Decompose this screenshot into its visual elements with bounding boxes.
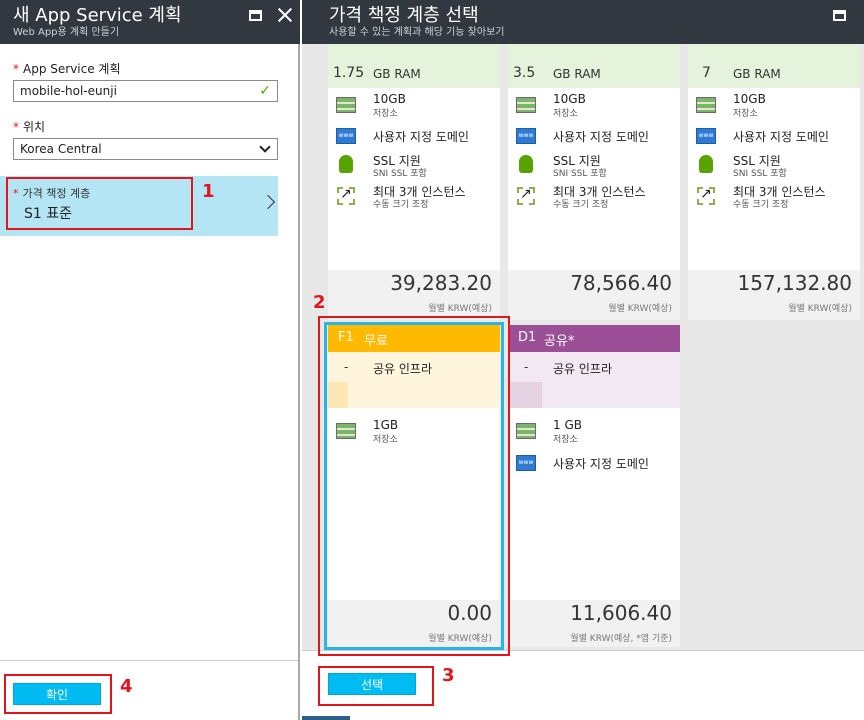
close-icon[interactable] (276, 6, 294, 24)
scale-icon (697, 186, 715, 205)
storage-icon (696, 97, 716, 113)
storage-icon (336, 97, 356, 113)
scroll-indicator (302, 716, 350, 720)
tier-name: 공유* (544, 334, 575, 349)
callout-box-4 (4, 674, 112, 714)
ram-band: 7 GB RAM (688, 44, 860, 88)
callout-box-2 (318, 316, 510, 656)
ram-value: 3.5 (513, 65, 536, 81)
ssl-shield-icon (519, 155, 533, 173)
callout-number-2: 2 (313, 292, 326, 313)
feature-storage: 10GB 저장소 (688, 92, 860, 122)
callout-number-4: 4 (120, 676, 133, 697)
www-icon: www (696, 128, 716, 144)
price-box: 11,606.40 월별 KRW(예상, *앱 기준) (508, 600, 680, 647)
ram-band: 3.5 GB RAM (508, 44, 680, 88)
price-box: 157,132.80 월별 KRW(예상) (688, 270, 860, 320)
plan-name-input[interactable]: mobile-hol-eunji ✓ (13, 80, 278, 102)
ram-unit: GB RAM (373, 67, 421, 81)
ram-unit: GB RAM (553, 67, 601, 81)
callout-number-3: 3 (442, 665, 455, 686)
price-note: 월별 KRW(예상) (428, 304, 492, 314)
infra-label: 공유 인프라 (553, 362, 613, 376)
infra-band: - 공유 인프라 (508, 352, 680, 408)
maximize-icon[interactable] (833, 10, 846, 21)
callout-box-1 (6, 177, 193, 230)
feature-storage: 10GB 저장소 (328, 92, 500, 122)
location-label: * 위치 (13, 120, 46, 134)
price-value: 11,606.40 (570, 601, 672, 625)
tier-code: D1 (518, 330, 537, 345)
feature-domain: www 사용자 지정 도메인 (508, 123, 680, 153)
www-icon: www (516, 128, 536, 144)
price-note: 월별 KRW(예상, *앱 기준) (570, 634, 672, 644)
price-value: 78,566.40 (570, 271, 672, 295)
feature-domain: www 사용자 지정 도메인 (508, 450, 680, 480)
feature-storage: 1 GB 저장소 (508, 418, 680, 448)
scale-icon (337, 186, 355, 205)
feature-domain: www 사용자 지정 도메인 (328, 123, 500, 153)
infra-band-accent (508, 382, 542, 408)
right-blade-header: 가격 책정 계층 선택 사용할 수 있는 계획과 해당 기능 찾아보기 (302, 0, 864, 44)
feature-ssl: SSL 지원 SNI SSL 포함 (328, 152, 500, 182)
chevron-right-icon (260, 194, 276, 210)
ram-value: 1.75 (333, 65, 365, 81)
location-select[interactable]: Korea Central (13, 138, 278, 160)
callout-number-1: 1 (202, 181, 215, 202)
plan-label: * App Service 계획 (13, 62, 121, 76)
right-blade-subtitle: 사용할 수 있는 계획과 해당 기능 찾아보기 (329, 27, 505, 38)
price-box: 78,566.40 월별 KRW(예상) (508, 270, 680, 320)
left-blade-title: 새 App Service 계획 (13, 5, 182, 26)
tier-card-d1[interactable]: D1 공유* - 공유 인프라 1 GB 저장소 www 사용자 지정 도메인 1… (508, 325, 680, 647)
left-footer-divider (0, 660, 298, 661)
price-value: 157,132.80 (737, 271, 852, 295)
required-mark: * (13, 62, 19, 76)
create-plan-blade: 새 App Service 계획 Web App용 계획 만들기 * App Se… (0, 0, 300, 720)
ram-band: 1.75 GB RAM (328, 44, 500, 88)
tier-header-d1: D1 공유* (508, 325, 680, 352)
ram-unit: GB RAM (733, 67, 781, 81)
maximize-icon[interactable] (249, 10, 262, 21)
feature-ssl: SSL 지원 SNI SSL 포함 (688, 152, 860, 182)
feature-ssl: SSL 지원 SNI SSL 포함 (508, 152, 680, 182)
tier-card-s2[interactable]: 3.5 GB RAM 10GB 저장소 www 사용자 지정 도메인 SSL 지원… (508, 44, 680, 320)
price-note: 월별 KRW(예상) (788, 304, 852, 314)
ssl-shield-icon (339, 155, 353, 173)
feature-scale: 최대 3개 인스턴스수동 크기 조정 (508, 183, 680, 213)
storage-icon (516, 97, 536, 113)
valid-check-icon: ✓ (259, 83, 271, 99)
price-value: 39,283.20 (390, 271, 492, 295)
ssl-shield-icon (699, 155, 713, 173)
ram-value: 7 (702, 65, 711, 81)
feature-domain: www 사용자 지정 도메인 (688, 123, 860, 153)
location-value: Korea Central (20, 142, 102, 156)
feature-storage: 10GB 저장소 (508, 92, 680, 122)
right-blade-title: 가격 책정 계층 선택 (329, 5, 479, 26)
www-icon: www (336, 128, 356, 144)
required-mark: * (13, 120, 19, 134)
price-box: 39,283.20 월별 KRW(예상) (328, 270, 500, 320)
left-blade-header: 새 App Service 계획 Web App용 계획 만들기 (0, 0, 300, 44)
www-icon: www (516, 455, 536, 471)
callout-box-3 (318, 666, 434, 706)
tier-card-s1[interactable]: 1.75 GB RAM 10GB 저장소 www 사용자 지정 도메인 SSL 지… (328, 44, 500, 320)
tier-card-s3[interactable]: 7 GB RAM 10GB 저장소 www 사용자 지정 도메인 SSL 지원 SN… (688, 44, 860, 320)
feature-scale: 최대 3개 인스턴스수동 크기 조정 (688, 183, 860, 213)
price-note: 월별 KRW(예상) (608, 304, 672, 314)
storage-icon (516, 423, 536, 439)
scale-icon (517, 186, 535, 205)
plan-name-value: mobile-hol-eunji (20, 84, 117, 98)
left-blade-subtitle: Web App용 계획 만들기 (13, 27, 120, 38)
feature-scale: 최대 3개 인스턴스수동 크기 조정 (328, 183, 500, 213)
chevron-down-icon (259, 141, 271, 153)
